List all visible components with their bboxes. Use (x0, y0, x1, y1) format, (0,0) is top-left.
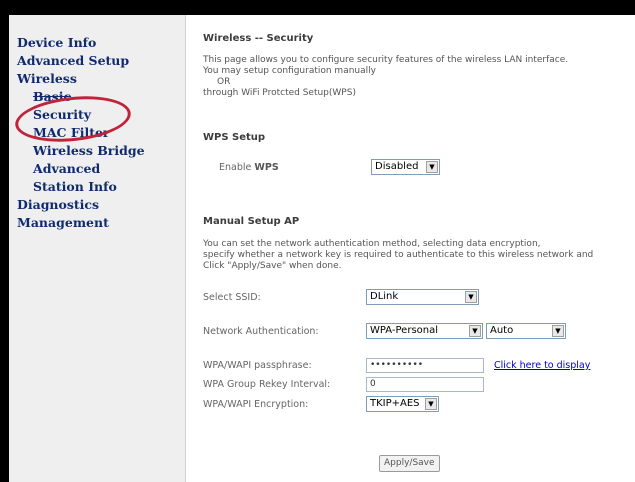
rekey-interval-label: WPA Group Rekey Interval: (203, 379, 331, 390)
enable-wps-label-bold: WPS (254, 162, 279, 173)
network-auth-label: Network Authentication: (203, 326, 319, 337)
nav-diagnostics[interactable]: Diagnostics (17, 197, 99, 212)
select-ssid-label: Select SSID: (203, 292, 261, 303)
enable-wps-label: Enable WPS (219, 162, 279, 173)
nav-wireless-advanced[interactable]: Advanced (33, 161, 100, 176)
sidebar-nav: Device Info Advanced Setup Wireless Basi… (9, 15, 186, 482)
chevron-down-icon: ▼ (552, 325, 564, 337)
encryption-select-value: TKIP+AES (370, 398, 420, 409)
passphrase-label: WPA/WAPI passphrase: (203, 360, 312, 371)
intro-text-or: OR (217, 77, 231, 87)
enable-wps-label-prefix: Enable (219, 162, 255, 173)
ssid-select[interactable]: DLink ▼ (366, 289, 479, 305)
router-admin-page: Device Info Advanced Setup Wireless Basi… (9, 15, 635, 482)
nav-device-info[interactable]: Device Info (17, 35, 96, 50)
wps-setup-heading: WPS Setup (203, 132, 266, 143)
manual-desc-line3: Click "Apply/Save" when done. (203, 261, 342, 271)
photo-glare-overlay (515, 462, 635, 482)
nav-management[interactable]: Management (17, 215, 109, 230)
manual-desc-line1: You can set the network authentication m… (203, 239, 541, 249)
main-content: Wireless -- Security This page allows yo… (195, 15, 635, 482)
page-title: Wireless -- Security (203, 33, 314, 44)
encryption-label: WPA/WAPI Encryption: (203, 399, 309, 410)
chevron-down-icon: ▼ (465, 291, 477, 303)
ssid-select-value: DLink (370, 291, 399, 302)
apply-save-button[interactable]: Apply/Save (379, 455, 440, 472)
chevron-down-icon: ▼ (426, 161, 438, 173)
chevron-down-icon: ▼ (469, 325, 481, 337)
nav-wireless-security[interactable]: Security (33, 107, 91, 122)
nav-mac-filter[interactable]: MAC Filter (33, 125, 110, 140)
intro-text-line3: through WiFi Protcted Setup(WPS) (203, 88, 356, 98)
nav-wireless[interactable]: Wireless (17, 71, 77, 86)
enable-wps-select-value: Disabled (375, 161, 419, 172)
auth-mode-select-value: Auto (490, 325, 514, 336)
display-passphrase-link[interactable]: Click here to display (494, 360, 590, 371)
nav-advanced-setup[interactable]: Advanced Setup (17, 53, 129, 68)
encryption-select[interactable]: TKIP+AES ▼ (366, 396, 439, 412)
network-auth-select-value: WPA-Personal (370, 325, 439, 336)
passphrase-input[interactable]: •••••••••• (366, 358, 484, 373)
rekey-interval-input[interactable]: 0 (366, 377, 484, 392)
intro-text-line1: This page allows you to configure securi… (203, 55, 569, 65)
manual-desc-line2: specify whether a network key is require… (203, 250, 594, 260)
nav-station-info[interactable]: Station Info (33, 179, 117, 194)
enable-wps-select[interactable]: Disabled ▼ (371, 159, 440, 175)
chevron-down-icon: ▼ (425, 398, 437, 410)
manual-setup-heading: Manual Setup AP (203, 216, 300, 227)
intro-text-line2: You may setup configuration manually (203, 66, 376, 76)
nav-wireless-basic[interactable]: Basic (33, 89, 71, 104)
auth-mode-select[interactable]: Auto ▼ (486, 323, 566, 339)
nav-wireless-bridge[interactable]: Wireless Bridge (33, 143, 145, 158)
network-auth-select[interactable]: WPA-Personal ▼ (366, 323, 483, 339)
